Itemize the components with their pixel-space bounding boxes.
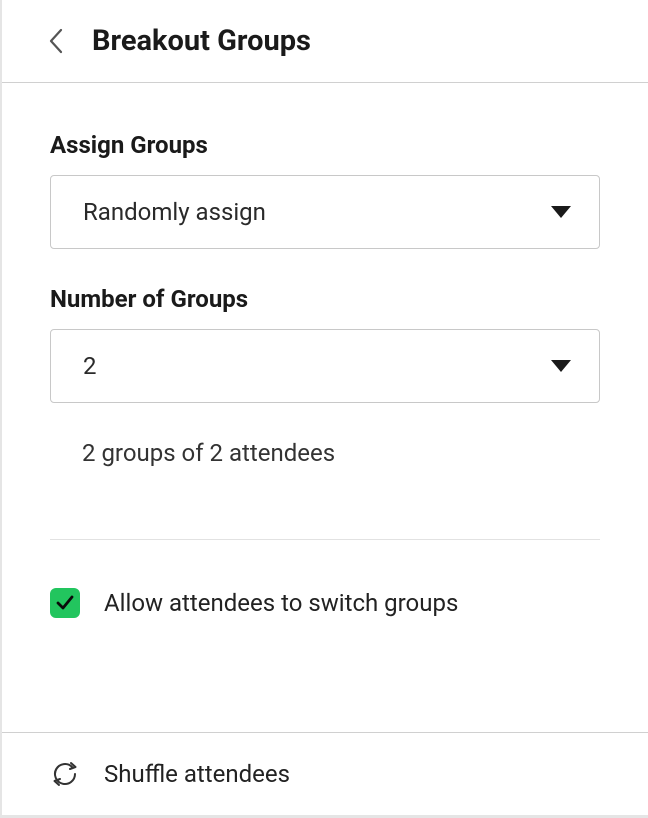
refresh-icon [50, 759, 80, 789]
caret-down-icon [551, 360, 571, 372]
panel-content: Assign Groups Randomly assign Number of … [2, 83, 648, 732]
back-button[interactable] [48, 27, 64, 55]
panel-container: Breakout Groups Assign Groups Randomly a… [0, 0, 648, 818]
shuffle-attendees-button[interactable]: Shuffle attendees [2, 732, 648, 818]
number-of-groups-select[interactable]: 2 [50, 329, 600, 403]
number-of-groups-value: 2 [83, 352, 97, 380]
assign-groups-value: Randomly assign [83, 198, 266, 226]
allow-switch-checkbox-row[interactable]: Allow attendees to switch groups [50, 588, 600, 618]
assign-groups-field: Assign Groups Randomly assign [50, 131, 600, 249]
chevron-left-icon [48, 27, 64, 55]
page-title: Breakout Groups [92, 24, 311, 58]
check-icon [56, 595, 74, 611]
allow-switch-label: Allow attendees to switch groups [104, 589, 458, 617]
shuffle-label: Shuffle attendees [104, 760, 290, 788]
caret-down-icon [551, 206, 571, 218]
panel-header: Breakout Groups [2, 0, 648, 83]
divider [50, 539, 600, 540]
number-of-groups-label: Number of Groups [50, 285, 600, 313]
allow-switch-checkbox [50, 588, 80, 618]
assign-groups-select[interactable]: Randomly assign [50, 175, 600, 249]
groups-summary-text: 2 groups of 2 attendees [50, 439, 600, 467]
assign-groups-label: Assign Groups [50, 131, 600, 159]
number-of-groups-field: Number of Groups 2 [50, 285, 600, 403]
